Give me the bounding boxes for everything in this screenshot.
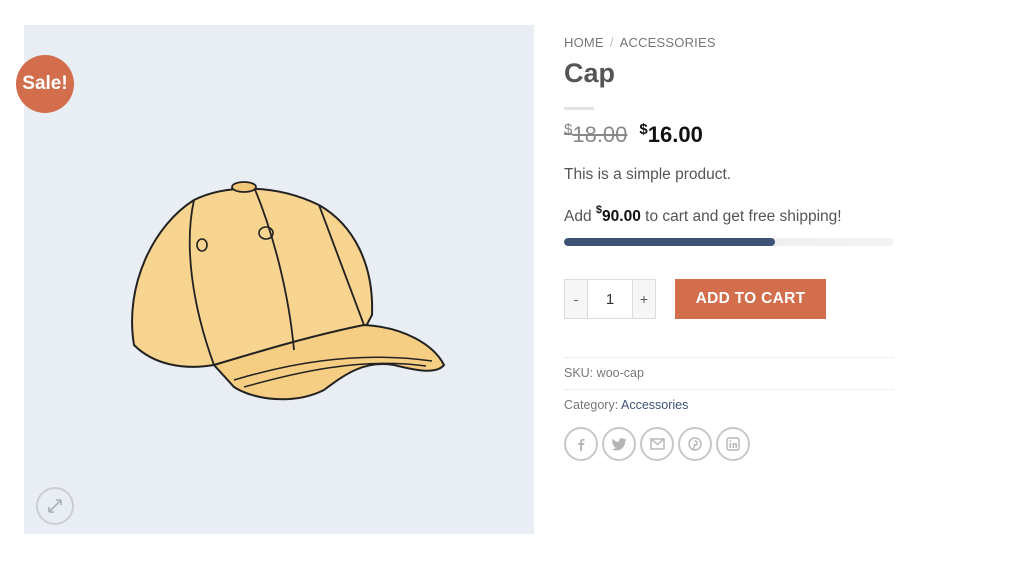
free-shipping-notice: Add $90.00 to cart and get free shipping… [564, 204, 894, 226]
quantity-minus-button[interactable]: - [565, 280, 587, 318]
quantity-input[interactable] [587, 280, 633, 318]
category-link[interactable]: Accessories [621, 398, 688, 412]
cap-image[interactable] [114, 165, 474, 425]
shipping-suffix: to cart and get free shipping! [645, 208, 842, 225]
twitter-icon[interactable] [602, 427, 636, 461]
product-info: HOME / ACCESSORIES Cap $18.00 $16.00 This … [564, 30, 894, 461]
expand-icon [48, 499, 62, 513]
linkedin-icon[interactable] [716, 427, 750, 461]
sale-price-value: 16.00 [647, 122, 703, 147]
shipping-prefix: Add [564, 208, 592, 225]
product-title: Cap [564, 58, 616, 88]
shipping-currency: $ [595, 204, 603, 216]
zoom-button[interactable] [36, 487, 74, 525]
breadcrumb: HOME / ACCESSORIES [564, 35, 894, 50]
shipping-progress-bar [564, 238, 894, 246]
shipping-amount: $90.00 [596, 204, 641, 225]
sku-value: woo-cap [596, 366, 644, 380]
quantity-stepper: - + [564, 279, 656, 319]
category-label: Category: [564, 398, 619, 412]
pinterest-icon[interactable] [678, 427, 712, 461]
add-to-cart-row: - + ADD TO CART [564, 279, 894, 319]
breadcrumb-home[interactable]: HOME [564, 35, 604, 50]
breadcrumb-category[interactable]: ACCESSORIES [620, 35, 716, 50]
product-meta: SKU: woo-cap Category: Accessories [564, 357, 894, 421]
facebook-icon[interactable] [564, 427, 598, 461]
shipping-progress-fill [564, 238, 776, 246]
sale-price-currency: $ [639, 121, 648, 138]
old-price-value: 18.00 [572, 122, 628, 147]
email-icon[interactable] [640, 427, 674, 461]
sale-price: $16.00 [639, 121, 703, 148]
sale-badge: Sale! [16, 55, 74, 113]
old-price: $18.00 [564, 121, 628, 148]
price-block: $18.00 $16.00 [564, 121, 894, 148]
shipping-amount-value: 90.00 [602, 208, 641, 225]
add-to-cart-button[interactable]: ADD TO CART [675, 279, 826, 319]
quantity-plus-button[interactable]: + [633, 280, 655, 318]
product-description: This is a simple product. [564, 166, 732, 183]
old-price-currency: $ [564, 121, 573, 138]
sku-row: SKU: woo-cap [564, 357, 894, 389]
sku-label: SKU: [564, 366, 594, 380]
product-gallery [24, 25, 534, 534]
category-row: Category: Accessories [564, 389, 894, 421]
breadcrumb-separator: / [609, 35, 614, 50]
share-icons [564, 427, 894, 461]
title-divider [564, 107, 594, 110]
